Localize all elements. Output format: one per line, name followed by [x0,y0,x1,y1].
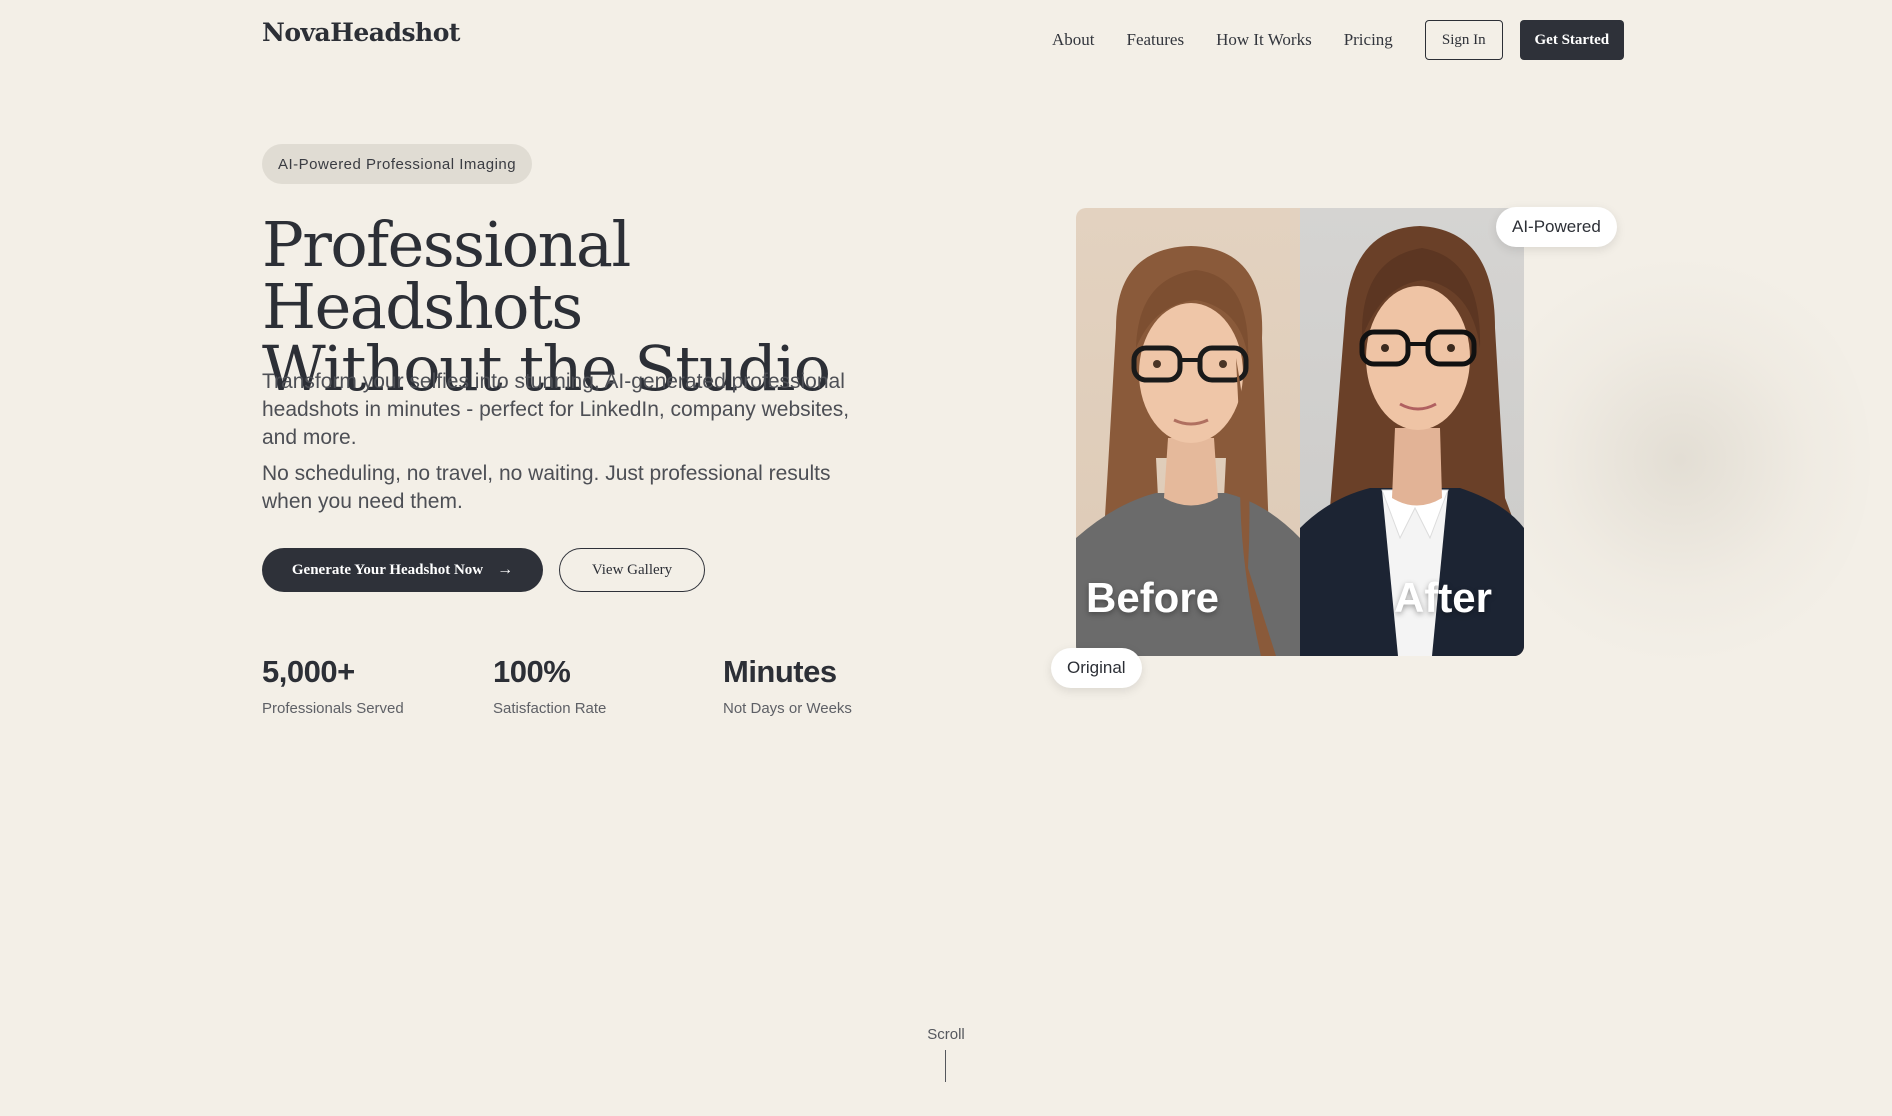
original-badge: Original [1051,648,1142,688]
stat-value: 100% [493,654,571,689]
stat-professionals: 5,000+ Professionals Served [262,654,404,717]
stat-label: Professionals Served [262,700,404,717]
scroll-indicator-label[interactable]: Scroll [0,1026,1892,1043]
nav-pricing[interactable]: Pricing [1344,30,1393,50]
stat-satisfaction: 100% Satisfaction Rate [493,654,606,717]
main-nav: About Features How It Works Pricing Sign… [1052,20,1624,60]
after-panel: After [1300,208,1524,656]
generate-headshot-label: Generate Your Headshot Now [291,561,484,578]
stat-minutes: Minutes Not Days or Weeks [723,654,852,717]
hero-title-line-1: Professional Headshots [262,208,631,343]
stat-value: 5,000+ [262,654,355,689]
background-orb [1490,250,1870,670]
nav-about[interactable]: About [1052,30,1095,50]
ai-powered-badge: AI-Powered [1496,207,1617,247]
get-started-button[interactable]: Get Started [1519,20,1624,60]
after-label: After [1394,574,1493,621]
before-panel: Before [1076,208,1300,656]
view-gallery-button[interactable]: View Gallery [559,548,705,592]
stat-value: Minutes [723,654,837,689]
generate-headshot-button[interactable]: Generate Your Headshot Now → [262,548,543,592]
sign-in-button[interactable]: Sign In [1424,20,1503,60]
scroll-indicator-line [945,1050,946,1082]
arrow-right-icon: → [497,561,514,578]
hero-subdescription: No scheduling, no travel, no waiting. Ju… [262,462,831,513]
logo[interactable]: NovaHeadshot [262,18,460,47]
hero-description: Transform your selfies into stunning, AI… [262,370,850,449]
stat-label: Satisfaction Rate [493,700,607,717]
before-after-image: Before After [1076,208,1524,656]
hero-pill-badge: AI-Powered Professional Imaging [262,144,533,184]
nav-features[interactable]: Features [1127,30,1185,50]
stat-label: Not Days or Weeks [723,700,852,717]
before-label: Before [1086,574,1220,621]
nav-how-it-works[interactable]: How It Works [1216,30,1312,50]
